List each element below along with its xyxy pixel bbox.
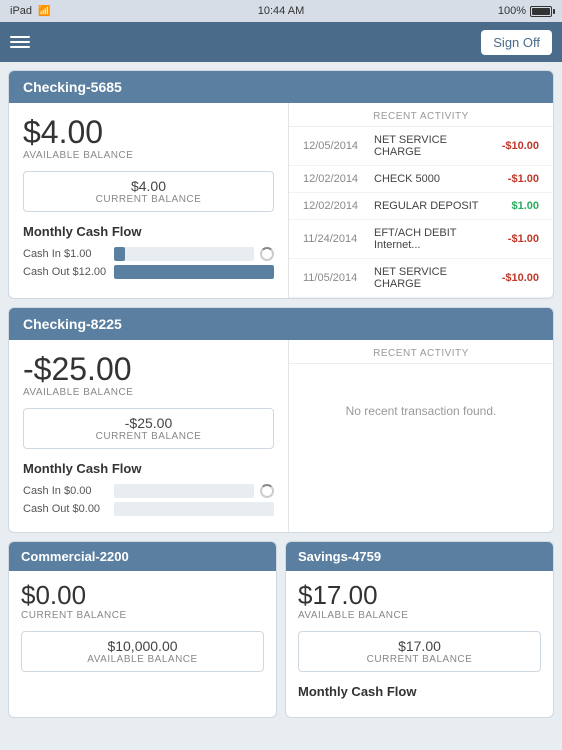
current-balance-value-checking-8225: -$25.00	[34, 415, 263, 431]
time-label: 10:44 AM	[258, 5, 304, 17]
account-card-header-checking-5685: Checking-5685	[9, 71, 553, 103]
account-left-checking-8225: -$25.00 AVAILABLE BALANCE -$25.00 CURREN…	[9, 340, 289, 532]
account-title-commercial-2200: Commercial-2200	[21, 549, 129, 564]
status-bar-right: 100%	[498, 5, 552, 17]
cash-in-label-checking-8225: Cash In $0.00	[23, 485, 108, 497]
transactions-checking-5685: 12/05/2014 NET SERVICE CHARGE -$10.00 12…	[289, 127, 553, 298]
tx-amount: $1.00	[491, 200, 539, 212]
cash-in-bar-checking-5685	[114, 247, 125, 261]
bottom-cards-row: Commercial-2200 $0.00 CURRENT BALANCE $1…	[8, 541, 554, 718]
hamburger-line-1	[10, 36, 30, 38]
tx-desc: NET SERVICE CHARGE	[368, 266, 491, 290]
hamburger-line-3	[10, 46, 30, 48]
available-balance-amount-checking-5685: $4.00	[23, 115, 274, 150]
account-card-header-checking-8225: Checking-8225	[9, 308, 553, 340]
account-card-header-savings-4759: Savings-4759	[286, 542, 553, 571]
account-right-checking-8225: RECENT ACTIVITY No recent transaction fo…	[289, 340, 553, 532]
account-card-commercial-2200: Commercial-2200 $0.00 CURRENT BALANCE $1…	[8, 541, 277, 718]
tx-date: 11/05/2014	[303, 272, 368, 284]
battery-percent: 100%	[498, 5, 526, 17]
tx-date: 11/24/2014	[303, 233, 368, 245]
current-balance-label-checking-8225: CURRENT BALANCE	[34, 431, 263, 442]
current-balance-box-checking-8225: -$25.00 CURRENT BALANCE	[23, 408, 274, 449]
cash-flow-title-checking-5685: Monthly Cash Flow	[23, 224, 274, 239]
table-row: 11/24/2014 EFT/ACH DEBIT Internet... -$1…	[289, 220, 553, 259]
primary-label-commercial-2200: CURRENT BALANCE	[21, 610, 264, 621]
toolbar: Sign Off	[0, 22, 562, 62]
recent-activity-label-checking-5685: RECENT ACTIVITY	[289, 103, 553, 127]
secondary-value-commercial-2200: $10,000.00	[32, 638, 253, 654]
menu-button[interactable]	[10, 36, 30, 48]
available-balance-label-checking-8225: AVAILABLE BALANCE	[23, 387, 274, 398]
account-card-savings-4759: Savings-4759 $17.00 AVAILABLE BALANCE $1…	[285, 541, 554, 718]
account-card-checking-5685: Checking-5685 $4.00 AVAILABLE BALANCE $4…	[8, 70, 554, 299]
cash-out-row-checking-5685: Cash Out $12.00	[23, 265, 274, 279]
primary-amount-commercial-2200: $0.00	[21, 581, 264, 610]
hamburger-line-2	[10, 41, 30, 43]
account-card-body-checking-5685: $4.00 AVAILABLE BALANCE $4.00 CURRENT BA…	[9, 103, 553, 298]
tx-desc: EFT/ACH DEBIT Internet...	[368, 227, 491, 251]
recent-activity-label-checking-8225: RECENT ACTIVITY	[289, 340, 553, 364]
status-bar: iPad 📶 10:44 AM 100%	[0, 0, 562, 22]
tx-amount: -$1.00	[491, 173, 539, 185]
cash-in-bar-container-checking-8225	[114, 484, 254, 498]
tx-desc: CHECK 5000	[368, 173, 491, 185]
current-balance-box-savings-4759: $17.00 CURRENT BALANCE	[298, 631, 541, 672]
account-card-header-commercial-2200: Commercial-2200	[9, 542, 276, 571]
cash-in-spinner-checking-5685	[260, 247, 274, 261]
available-balance-label-checking-5685: AVAILABLE BALANCE	[23, 150, 274, 161]
current-balance-box-checking-5685: $4.00 CURRENT BALANCE	[23, 171, 274, 212]
table-row: 12/02/2014 CHECK 5000 -$1.00	[289, 166, 553, 193]
tx-desc: NET SERVICE CHARGE	[368, 134, 491, 158]
tx-date: 12/05/2014	[303, 140, 368, 152]
current-balance-label-checking-5685: CURRENT BALANCE	[34, 194, 263, 205]
account-left-checking-5685: $4.00 AVAILABLE BALANCE $4.00 CURRENT BA…	[9, 103, 289, 298]
account-left-commercial-2200: $0.00 CURRENT BALANCE $10,000.00 AVAILAB…	[9, 571, 276, 694]
cash-out-label-checking-8225: Cash Out $0.00	[23, 503, 108, 515]
battery-icon	[530, 6, 552, 17]
cash-out-label-checking-5685: Cash Out $12.00	[23, 266, 108, 278]
account-left-savings-4759: $17.00 AVAILABLE BALANCE $17.00 CURRENT …	[286, 571, 553, 717]
status-bar-left: iPad 📶	[10, 5, 50, 17]
account-title-savings-4759: Savings-4759	[298, 549, 381, 564]
cash-in-label-checking-5685: Cash In $1.00	[23, 248, 108, 260]
account-card-body-checking-8225: -$25.00 AVAILABLE BALANCE -$25.00 CURREN…	[9, 340, 553, 532]
secondary-label-savings-4759: CURRENT BALANCE	[309, 654, 530, 665]
table-row: 12/05/2014 NET SERVICE CHARGE -$10.00	[289, 127, 553, 166]
cash-out-bar-checking-5685	[114, 265, 274, 279]
battery-fill	[532, 8, 550, 15]
carrier-label: iPad	[10, 5, 32, 17]
sign-off-button[interactable]: Sign Off	[481, 30, 552, 55]
account-right-checking-5685: RECENT ACTIVITY 12/05/2014 NET SERVICE C…	[289, 103, 553, 298]
table-row: 11/05/2014 NET SERVICE CHARGE -$10.00	[289, 259, 553, 298]
primary-amount-savings-4759: $17.00	[298, 581, 541, 610]
tx-amount: -$10.00	[491, 272, 539, 284]
secondary-label-commercial-2200: AVAILABLE BALANCE	[32, 654, 253, 665]
cash-in-bar-container-checking-5685	[114, 247, 254, 261]
cash-in-row-checking-5685: Cash In $1.00	[23, 247, 274, 261]
no-transactions-checking-8225: No recent transaction found.	[289, 364, 553, 458]
secondary-value-savings-4759: $17.00	[309, 638, 530, 654]
cash-flow-title-savings-4759: Monthly Cash Flow	[298, 684, 541, 699]
account-title-checking-8225: Checking-8225	[23, 316, 122, 332]
cash-out-bar-container-checking-8225	[114, 502, 274, 516]
table-row: 12/02/2014 REGULAR DEPOSIT $1.00	[289, 193, 553, 220]
account-title-checking-5685: Checking-5685	[23, 79, 122, 95]
cash-out-bar-container-checking-5685	[114, 265, 274, 279]
cash-in-row-checking-8225: Cash In $0.00	[23, 484, 274, 498]
current-balance-box-commercial-2200: $10,000.00 AVAILABLE BALANCE	[21, 631, 264, 672]
cash-flow-title-checking-8225: Monthly Cash Flow	[23, 461, 274, 476]
tx-desc: REGULAR DEPOSIT	[368, 200, 491, 212]
wifi-icon: 📶	[38, 6, 50, 17]
available-balance-amount-checking-8225: -$25.00	[23, 352, 274, 387]
tx-amount: -$10.00	[491, 140, 539, 152]
cash-out-row-checking-8225: Cash Out $0.00	[23, 502, 274, 516]
cash-in-spinner-checking-8225	[260, 484, 274, 498]
current-balance-value-checking-5685: $4.00	[34, 178, 263, 194]
tx-amount: -$1.00	[491, 233, 539, 245]
primary-label-savings-4759: AVAILABLE BALANCE	[298, 610, 541, 621]
tx-date: 12/02/2014	[303, 200, 368, 212]
account-card-checking-8225: Checking-8225 -$25.00 AVAILABLE BALANCE …	[8, 307, 554, 533]
tx-date: 12/02/2014	[303, 173, 368, 185]
